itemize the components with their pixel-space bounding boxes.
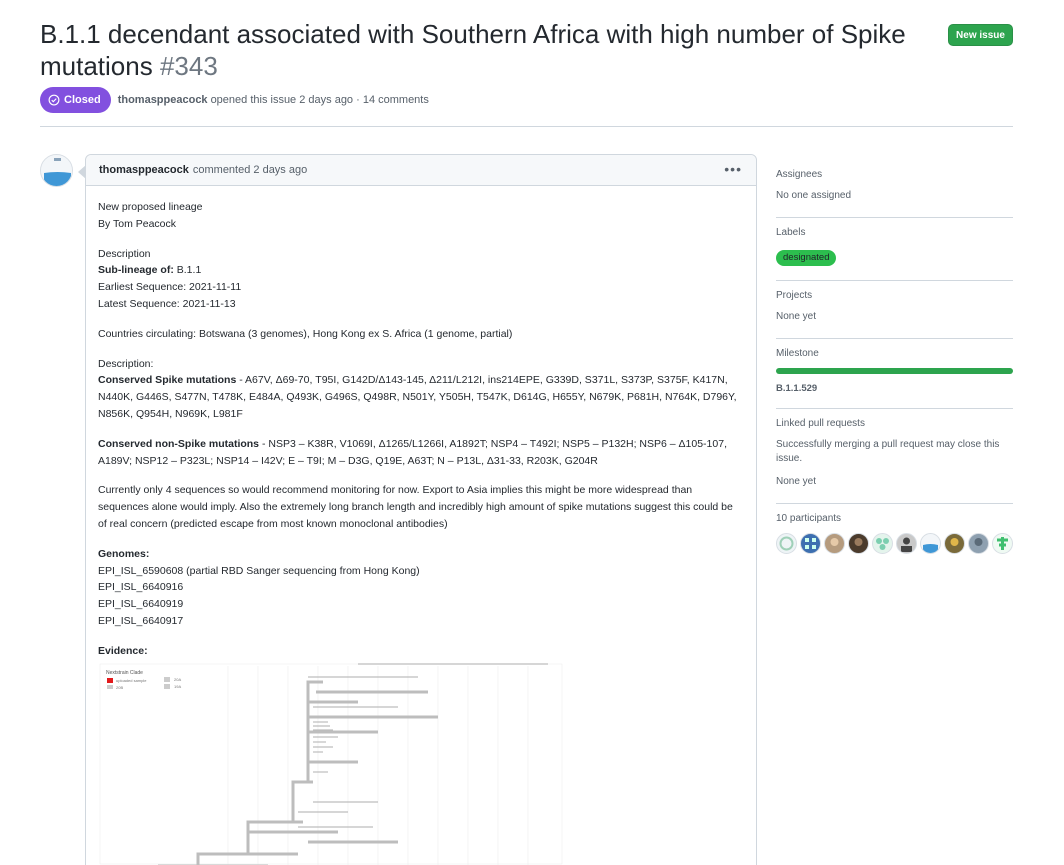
comment-header: thomasppeacock commented 2 days ago (86, 155, 756, 186)
issue-sidebar: Assignees No one assigned Labels designa… (776, 160, 1013, 568)
legend-item-20a: 20A (174, 677, 181, 682)
latest-sequence: Latest Sequence: 2021-11-13 (98, 297, 236, 310)
author-line: By Tom Peacock (98, 217, 177, 230)
evidence-image[interactable]: Nextstrain Clade uploaded sample 20B 20A… (98, 661, 564, 865)
sublineage-label: Sub-lineage of: (98, 264, 174, 277)
genome-2: EPI_ISL_6640916 (98, 581, 184, 594)
projects-title[interactable]: Projects (776, 289, 1013, 303)
opened-text: opened this issue 2 days ago · 14 commen… (210, 94, 429, 106)
issue-author-link[interactable]: thomasppeacock (118, 94, 208, 106)
participant-avatar[interactable] (824, 533, 845, 554)
participant-avatar[interactable] (872, 533, 893, 554)
issue-title: B.1.1 decendant associated with Southern… (40, 18, 920, 82)
comment-body: New proposed lineage By Tom Peacock Desc… (86, 186, 756, 865)
genome-3: EPI_ISL_6640919 (98, 598, 184, 611)
assignees-value: No one assigned (776, 190, 852, 201)
spike-label: Conserved Spike mutations (98, 374, 237, 387)
participants-list (776, 533, 1013, 554)
comment-box: thomasppeacock commented 2 days ago ••• … (78, 154, 757, 865)
milestone-section: Milestone B.1.1.529 (776, 339, 1013, 409)
kebab-horizontal-icon[interactable]: ••• (724, 162, 742, 176)
milestone-title[interactable]: Milestone (776, 347, 1013, 361)
state-badge: Closed (40, 87, 111, 113)
earliest-sequence: Earliest Sequence: 2021-11-11 (98, 281, 242, 294)
assignees-section: Assignees No one assigned (776, 160, 1013, 218)
description-heading: Description (98, 247, 151, 260)
new-issue-button[interactable]: New issue (948, 24, 1013, 46)
projects-section: Projects None yet (776, 281, 1013, 339)
labels-section: Labels designated (776, 218, 1013, 281)
issue-meta: Closed thomasppeacock opened this issue … (40, 87, 429, 113)
labels-title[interactable]: Labels (776, 226, 1013, 240)
participant-avatar[interactable] (992, 533, 1013, 554)
author-avatar-icon (41, 155, 72, 186)
linked-prs-value: None yet (776, 476, 817, 487)
legend-item-19a: 19A (174, 684, 181, 689)
assignees-title[interactable]: Assignees (776, 168, 1013, 182)
projects-value: None yet (776, 311, 817, 322)
participants-title: 10 participants (776, 513, 842, 524)
legend-item-uploaded: uploaded sample (116, 678, 147, 683)
issue-number: #343 (159, 51, 218, 81)
comment-time[interactable]: commented 2 days ago (193, 164, 307, 176)
state-label: Closed (64, 94, 101, 106)
currently-paragraph: Currently only 4 sequences so would reco… (98, 484, 733, 530)
check-circle-icon (48, 94, 60, 106)
participant-avatar[interactable] (920, 533, 941, 554)
legend-title: Nextstrain Clade (106, 670, 143, 676)
comment-author-link[interactable]: thomasppeacock (99, 164, 189, 176)
genome-4: EPI_ISL_6640917 (98, 614, 184, 627)
genome-1: EPI_ISL_6590608 (partial RBD Sanger sequ… (98, 564, 420, 577)
participant-avatar[interactable] (944, 533, 965, 554)
avatar[interactable] (40, 154, 73, 187)
milestone-progress-bar (776, 368, 1013, 374)
nonspike-label: Conserved non-Spike mutations (98, 437, 260, 450)
participant-avatar[interactable] (968, 533, 989, 554)
participant-avatar[interactable] (896, 533, 917, 554)
participant-avatar[interactable] (848, 533, 869, 554)
evidence-heading: Evidence: (98, 644, 148, 657)
proposal-line: New proposed lineage (98, 201, 203, 213)
genomes-heading: Genomes: (98, 547, 150, 560)
label-designated[interactable]: designated (776, 250, 837, 266)
countries-line: Countries circulating: Botswana (3 genom… (98, 327, 513, 340)
legend-item-20b: 20B (116, 685, 123, 690)
participants-section: 10 participants (776, 504, 1013, 568)
participant-avatar[interactable] (800, 533, 821, 554)
description2-heading: Description: (98, 357, 154, 370)
linked-prs-section: Linked pull requests Successfully mergin… (776, 409, 1013, 504)
linked-prs-description: Successfully merging a pull request may … (776, 439, 1000, 464)
phylogenetic-tree-image: Nextstrain Clade uploaded sample 20B 20A… (98, 661, 564, 865)
participant-avatar[interactable] (776, 533, 797, 554)
milestone-name[interactable]: B.1.1.529 (776, 383, 1013, 394)
linked-prs-title: Linked pull requests (776, 418, 865, 429)
sublineage-value: B.1.1 (173, 264, 202, 277)
header-divider (40, 126, 1013, 127)
